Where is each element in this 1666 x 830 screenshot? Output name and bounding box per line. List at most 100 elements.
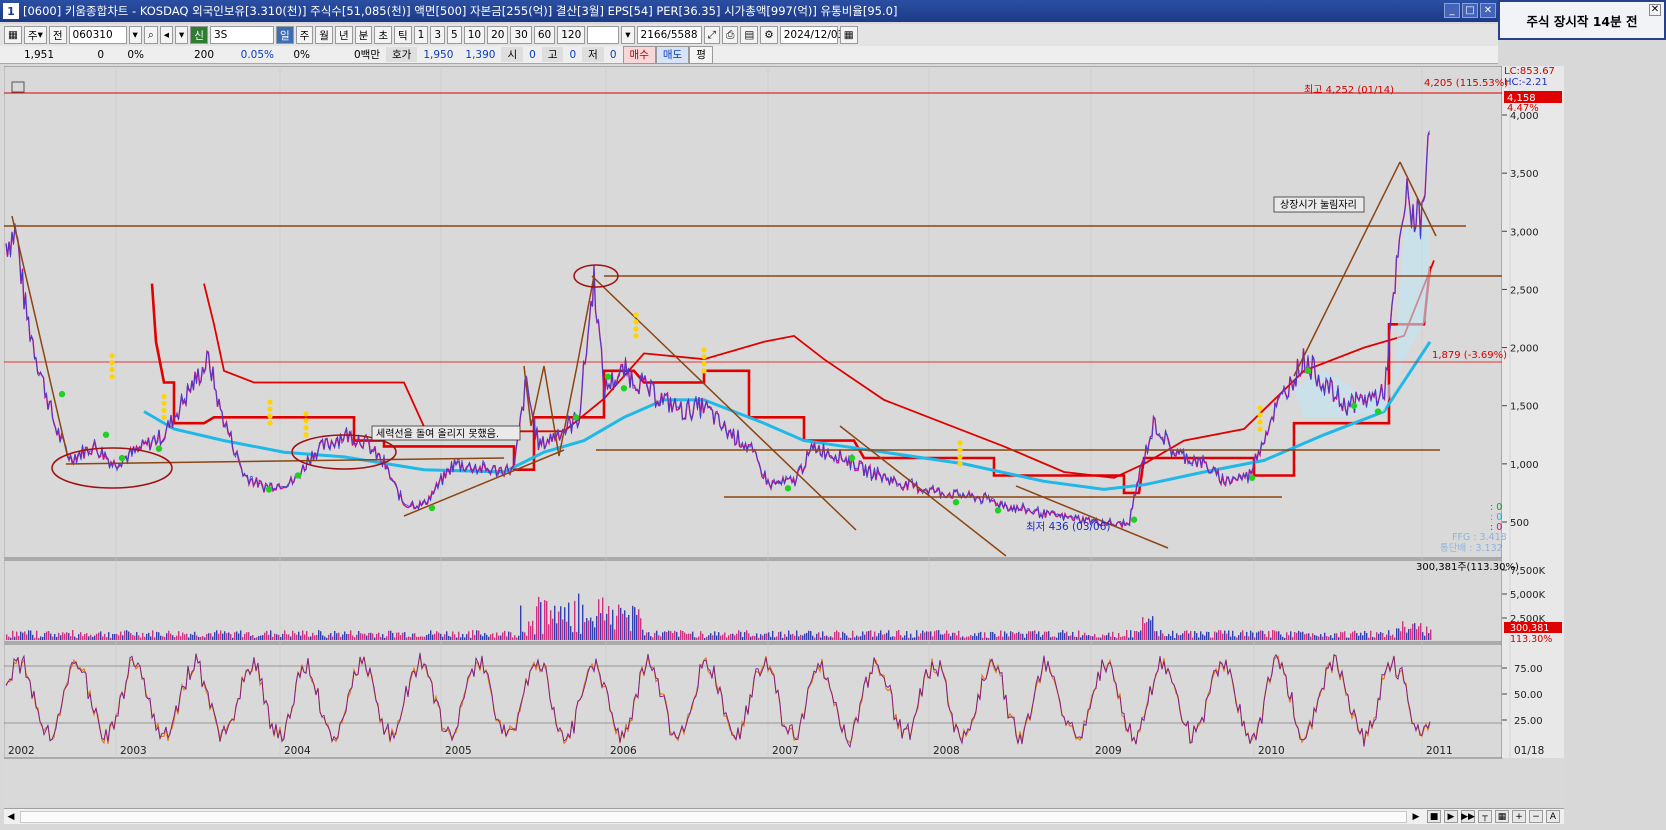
chart-area[interactable]: 4,000 3,500 3,000 2,500 2,000 1,500 1,000 500 7… <box>3 65 1564 806</box>
stock-code-input[interactable]: 060310 <box>68 26 127 44</box>
interval-dropdown-icon[interactable]: ▾ <box>621 26 635 44</box>
close-button[interactable]: ✕ <box>1480 3 1496 18</box>
volume-bar <box>696 637 698 640</box>
volume-bar <box>32 634 34 640</box>
volume-bar <box>290 636 292 640</box>
stock-name-field[interactable]: 3S <box>209 26 274 44</box>
volume-bar <box>96 633 98 640</box>
interval-30[interactable]: 30 <box>510 26 532 44</box>
interval-20[interactable]: 20 <box>487 26 509 44</box>
period-day[interactable]: 일 <box>275 26 294 44</box>
arrow-dropdown-icon[interactable]: ▾ <box>175 26 189 44</box>
prev-button[interactable]: 전 <box>48 26 67 44</box>
maximize-button[interactable]: □ <box>1462 3 1478 18</box>
volume-bar <box>680 630 682 640</box>
eval-button[interactable]: 평 <box>689 45 713 64</box>
volume-bar <box>730 633 732 640</box>
volume-bar <box>62 632 64 640</box>
chart-type-icon[interactable]: ▦ <box>4 26 22 44</box>
zoom-in-icon[interactable]: + <box>1512 810 1526 823</box>
custom-interval-input[interactable] <box>587 26 620 44</box>
volume-bar <box>578 593 580 640</box>
volume-bar <box>432 634 434 640</box>
scroll-right-icon[interactable]: ▶ <box>1409 810 1423 824</box>
volume-bar <box>548 624 550 640</box>
zoom-out-icon[interactable]: − <box>1529 810 1543 823</box>
change-value: 0 <box>97 48 104 61</box>
volume-bar <box>262 635 264 640</box>
volume-bar <box>1252 632 1254 640</box>
volume-bar <box>1184 630 1186 640</box>
interval-5[interactable]: 5 <box>447 26 462 44</box>
volume-bar <box>310 636 312 640</box>
print-icon[interactable]: ⎙ <box>721 26 739 44</box>
scroll-left-icon[interactable]: ◀ <box>4 810 18 824</box>
volume-bar <box>628 614 630 640</box>
code-dropdown-icon[interactable]: ▾ <box>128 26 142 44</box>
volume-bar <box>28 630 30 640</box>
sell-button[interactable]: 매도 <box>655 45 690 64</box>
volume-bar <box>200 636 202 640</box>
interval-1[interactable]: 1 <box>413 26 429 44</box>
grid-icon[interactable]: ▦ <box>1495 810 1509 823</box>
interval-10[interactable]: 10 <box>463 26 486 44</box>
volume-bar <box>1158 636 1160 640</box>
volume-bar <box>952 632 954 640</box>
period-minute[interactable]: 분 <box>354 26 373 44</box>
stop-icon[interactable]: ■ <box>1427 810 1441 823</box>
save-icon[interactable]: ▤ <box>740 26 759 44</box>
volume-bar <box>886 632 888 640</box>
ruler-icon[interactable]: ┬ <box>1478 810 1492 823</box>
period-year[interactable]: 년 <box>334 26 353 44</box>
sell-signal-marker <box>957 447 963 453</box>
volume-bar <box>270 630 272 640</box>
play-icon[interactable]: ▶ <box>1444 810 1458 823</box>
period-tick[interactable]: 틱 <box>393 26 412 44</box>
minimize-button[interactable]: _ <box>1444 3 1460 18</box>
period-month[interactable]: 월 <box>315 26 333 44</box>
volume-bar <box>1146 622 1148 640</box>
volume-bar <box>302 630 304 640</box>
period-second[interactable]: 초 <box>374 26 392 44</box>
sound-icon[interactable]: ◂ <box>159 26 173 44</box>
volume-bar <box>538 596 540 640</box>
buy-button[interactable]: 매수 <box>622 45 656 64</box>
volume-bar <box>278 634 280 640</box>
volume-bar <box>582 604 584 640</box>
volume-bar <box>1300 632 1302 640</box>
search-icon[interactable]: ⌕ <box>143 26 158 44</box>
volume-bar <box>496 632 498 640</box>
volume-bar <box>224 631 226 640</box>
volume-bar <box>718 632 720 640</box>
data-count-input[interactable]: 2166/5588 <box>636 26 702 44</box>
mode-select[interactable]: 주 ▾ <box>23 26 47 44</box>
volume-bar <box>852 630 854 640</box>
adjust-icon[interactable]: ⤢ <box>703 26 720 44</box>
volume-bar <box>1422 632 1424 640</box>
settings-gear-icon[interactable]: ⚙ <box>760 26 778 44</box>
volume-bar <box>678 636 680 640</box>
interval-60[interactable]: 60 <box>533 26 556 44</box>
volume-bar <box>1334 633 1336 640</box>
volume-bar <box>1310 636 1312 640</box>
volume-bar <box>1332 637 1334 640</box>
stock-chart-svg[interactable]: 4,0003,5003,0002,5002,0001,5001,000500 7… <box>3 65 1564 806</box>
period-week[interactable]: 주 <box>295 26 314 44</box>
date-input[interactable]: 2024/12/03 <box>779 26 844 44</box>
volume-bar <box>848 637 850 640</box>
fast-forward-icon[interactable]: ▶▶ <box>1461 810 1475 823</box>
notice-close-icon[interactable]: ✕ <box>1649 4 1661 16</box>
interval-3[interactable]: 3 <box>430 26 446 44</box>
volume-bar <box>964 637 966 640</box>
volume-bar <box>904 635 906 640</box>
buy-signal-marker <box>784 485 792 492</box>
font-icon[interactable]: A <box>1546 810 1560 823</box>
interval-120[interactable]: 120 <box>557 26 586 44</box>
calendar-icon[interactable]: ▦ <box>839 26 858 44</box>
scroll-track[interactable] <box>20 810 1407 823</box>
volume-bar <box>976 635 978 640</box>
volume-bar <box>962 636 964 640</box>
sell-signal-marker <box>161 407 167 413</box>
horizontal-scrollbar[interactable]: ◀ ▶ ■ ▶ ▶▶ ┬ ▦ + − A <box>4 808 1564 824</box>
volume-bar <box>20 631 22 640</box>
